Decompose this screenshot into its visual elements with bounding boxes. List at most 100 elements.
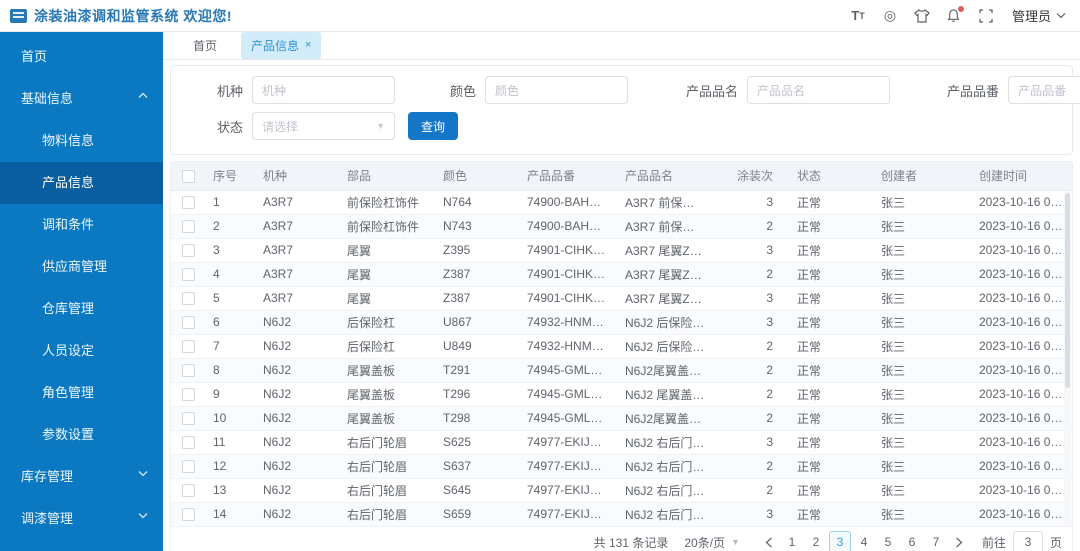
color-input[interactable]: 颜色 [485, 76, 629, 104]
table-scrollbar[interactable] [1064, 191, 1071, 527]
font-size-icon[interactable]: TT [844, 4, 872, 28]
target-icon[interactable]: ◎ [876, 4, 904, 28]
tab-home[interactable]: 首页 [183, 32, 227, 59]
table-row[interactable]: 2 A3R7 前保险杠饰件 N743 74900-BAHG00... A3R7 前保险杠.… [171, 214, 1072, 239]
table-row[interactable]: 9 N6J2 尾翼盖板 T296 74945-GMLO0... N6J2 尾翼盖板... 2… [171, 382, 1072, 407]
search-field-product-no: 产品品番 产品品番 [947, 76, 1080, 104]
page-button-1[interactable]: 1 [781, 531, 803, 551]
row-checkbox-cell [171, 358, 205, 383]
notification-bell-icon[interactable] [940, 4, 968, 28]
scrollbar-thumb[interactable] [1065, 193, 1070, 388]
table-cell: 张三 [873, 190, 971, 215]
table-cell: 尾翼 [339, 262, 435, 287]
user-menu[interactable]: 管理员 [1012, 6, 1066, 25]
tab-close-icon[interactable]: × [305, 40, 311, 51]
page-size-select[interactable]: 20条/页 ▼ [684, 534, 740, 551]
table-row[interactable]: 14 N6J2 右后门轮眉 S659 74977-EKIJM0... N6J2 右后门轮.… [171, 502, 1072, 527]
table-cell: 2023-10-16 00:... [971, 454, 1072, 479]
page-button-2[interactable]: 2 [805, 531, 827, 551]
sidebar-item-paint-mix-mgmt[interactable]: 调漆管理 [0, 498, 163, 540]
sidebar-item-home[interactable]: 首页 [0, 36, 163, 78]
table-cell: N6J2 后保险杠... [617, 334, 713, 359]
page-button-5[interactable]: 5 [877, 531, 899, 551]
row-checkbox[interactable] [181, 316, 195, 330]
row-checkbox[interactable] [181, 484, 195, 498]
table-row[interactable]: 5 A3R7 尾翼 Z387 74901-CIHK00... A3R7 尾翼Z387...… [171, 286, 1072, 311]
row-checkbox[interactable] [181, 364, 195, 378]
table-row[interactable]: 7 N6J2 后保险杠 U849 74932-HNMP0... N6J2 后保险杠... 2… [171, 334, 1072, 359]
machine-type-input[interactable]: 机种 [252, 76, 396, 104]
sidebar-item-role-mgmt[interactable]: 角色管理 [0, 372, 163, 414]
chevron-right-icon [956, 536, 963, 548]
goto-page-input[interactable] [1012, 531, 1043, 551]
table-cell: 正常 [789, 310, 873, 335]
row-checkbox[interactable] [181, 436, 195, 450]
row-checkbox[interactable] [181, 292, 195, 306]
pagination: 共 131 条记录 20条/页 ▼ 1234567 前往 3 页 [171, 527, 1072, 551]
table-row[interactable]: 10 N6J2 尾翼盖板 T298 74945-GMLO0... N6J2尾翼盖板... 2… [171, 406, 1072, 431]
row-checkbox[interactable] [181, 460, 195, 474]
table-cell: 3 [713, 310, 789, 335]
product-table: 序号 机种 部品 颜色 产品品番 产品品名 涂装次 状态 创建者 创建时间 1 A3R7 前保险杠饰件… [171, 162, 1072, 527]
sidebar-item-param-settings[interactable]: 参数设置 [0, 414, 163, 456]
table-cell: 2023-10-16 00:... [971, 430, 1072, 455]
theme-shirt-icon[interactable] [908, 4, 936, 28]
row-checkbox[interactable] [181, 412, 195, 426]
sidebar-item-base-info[interactable]: 基础信息 [0, 78, 163, 120]
table-cell: 后保险杠 [339, 334, 435, 359]
table-row[interactable]: 4 A3R7 尾翼 Z387 74901-CIHK00... A3R7 尾翼Z387...… [171, 262, 1072, 287]
table-row[interactable]: 8 N6J2 尾翼盖板 T291 74945-GMLO0... N6J2尾翼盖板... 2 正… [171, 358, 1072, 383]
product-no-input[interactable]: 产品品番 [1008, 76, 1080, 104]
table-cell: 74977-EKIJM0... [519, 430, 617, 455]
table-cell: N6J2尾翼盖板... [617, 406, 713, 431]
table-row[interactable]: 12 N6J2 右后门轮眉 S637 74977-EKIJM0... N6J2 右后门轮.… [171, 454, 1072, 479]
query-button[interactable]: 查询 [408, 112, 459, 140]
row-checkbox[interactable] [181, 244, 195, 258]
page-button-3[interactable]: 3 [828, 531, 851, 551]
brand: 涂装油漆调和监管系统 欢迎您! [10, 6, 232, 26]
row-checkbox[interactable] [181, 268, 195, 282]
prev-page-button[interactable] [758, 531, 780, 551]
caret-down-icon: ▼ [376, 121, 386, 131]
table-row[interactable]: 13 N6J2 右后门轮眉 S645 74977-EKIJM0... N6J2 右后门轮.… [171, 478, 1072, 503]
goto-suffix: 页 [1049, 535, 1062, 550]
table-row[interactable]: 1 A3R7 前保险杠饰件 N764 74900-BAHG00... A3R7 前保险杠.… [171, 190, 1072, 215]
search-panel: 机种 机种 颜色 颜色 产品品名 产品品名 产品品番 产品品番 状态 请选择 ▼… [170, 65, 1080, 155]
page-button-7[interactable]: 7 [925, 531, 947, 551]
row-checkbox[interactable] [181, 340, 195, 354]
page-button-6[interactable]: 6 [901, 531, 923, 551]
sidebar-item-inventory-mgmt[interactable]: 库存管理 [0, 456, 163, 498]
next-page-button[interactable] [948, 531, 970, 551]
sidebar-item-label: 基础信息 [21, 91, 74, 106]
table-cell: 74932-HNMP0... [519, 334, 617, 359]
table-cell: 2 [713, 262, 789, 287]
page-button-4[interactable]: 4 [853, 531, 875, 551]
sidebar-item-warehouse-mgmt[interactable]: 仓库管理 [0, 288, 163, 330]
table-row[interactable]: 3 A3R7 尾翼 Z395 74901-CIHK00... A3R7 尾翼Z395...… [171, 238, 1072, 263]
table-cell: T298 [435, 406, 519, 431]
row-checkbox[interactable] [181, 220, 195, 234]
fullscreen-icon[interactable] [972, 4, 1000, 28]
table-cell: 2 [713, 358, 789, 383]
product-name-input[interactable]: 产品品名 [747, 76, 891, 104]
table-row[interactable]: 6 N6J2 后保险杠 U867 74932-HNMP0... N6J2 后保险杠... 3… [171, 310, 1072, 335]
status-select[interactable]: 请选择 ▼ [252, 112, 396, 140]
select-all-checkbox[interactable] [181, 169, 195, 183]
table-cell: 尾翼盖板 [339, 406, 435, 431]
table-row[interactable]: 11 N6J2 右后门轮眉 S625 74977-EKIJM0... N6J2 右后门轮.… [171, 430, 1072, 455]
row-checkbox[interactable] [181, 196, 195, 210]
tab-product-info[interactable]: 产品信息 × [241, 32, 322, 59]
sidebar-item-label: 库存管理 [21, 469, 74, 484]
sidebar-item-material-info[interactable]: 物料信息 [0, 120, 163, 162]
table-cell: 前保险杠饰件 [339, 214, 435, 239]
table-cell: A3R7 [255, 286, 339, 311]
sidebar-item-product-info[interactable]: 产品信息 [0, 162, 163, 204]
row-checkbox[interactable] [181, 388, 195, 402]
sidebar-item-supplier-mgmt[interactable]: 供应商管理 [0, 246, 163, 288]
table-cell: 3 [205, 238, 255, 263]
sidebar-item-personnel[interactable]: 人员设定 [0, 330, 163, 372]
sidebar-item-blend-condition[interactable]: 调和条件 [0, 204, 163, 246]
row-checkbox[interactable] [181, 508, 195, 522]
table-cell: 右后门轮眉 [339, 478, 435, 503]
table-cell: N6J2 [255, 502, 339, 527]
